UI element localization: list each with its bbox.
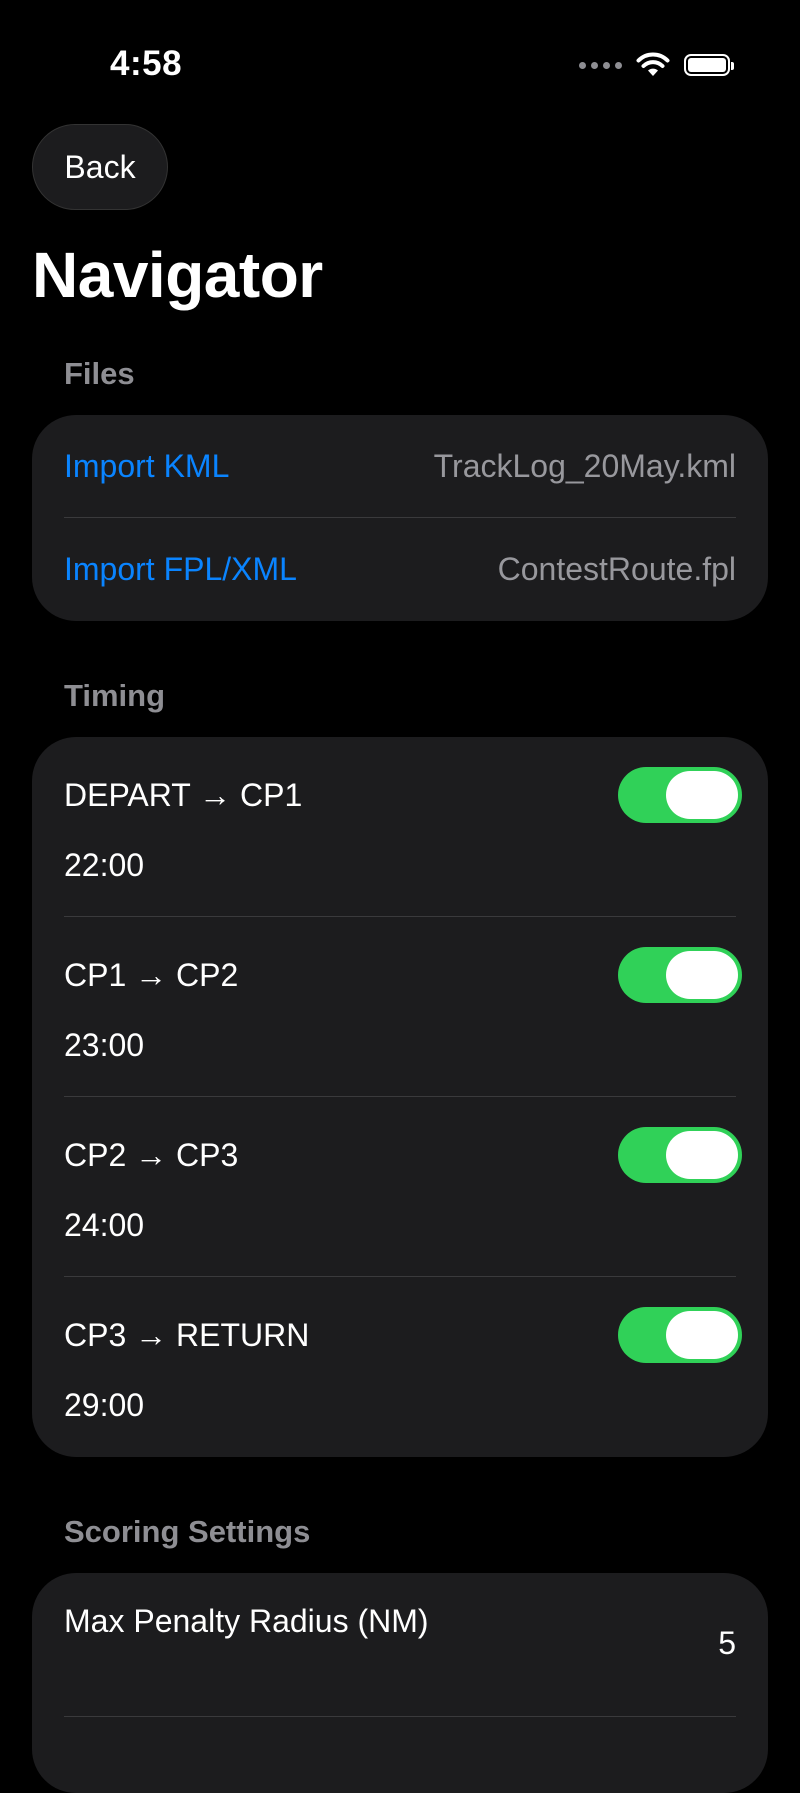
leg-toggle[interactable] bbox=[618, 947, 742, 1003]
section-header-files: Files bbox=[64, 356, 135, 391]
max-penalty-radius-value[interactable]: 5 bbox=[718, 1625, 736, 1662]
leg-time[interactable]: 29:00 bbox=[64, 1387, 144, 1424]
import-fpl-button[interactable]: Import FPL/XML bbox=[64, 551, 297, 588]
page-title: Navigator bbox=[32, 239, 323, 311]
section-header-scoring: Scoring Settings bbox=[64, 1514, 311, 1549]
max-penalty-radius-row[interactable]: Max Penalty Radius (NM) 5 bbox=[64, 1573, 736, 1717]
leg-toggle[interactable] bbox=[618, 1307, 742, 1363]
fpl-filename: ContestRoute.fpl bbox=[497, 551, 736, 587]
max-penalty-radius-label: Max Penalty Radius (NM) bbox=[64, 1603, 429, 1639]
battery-icon bbox=[684, 54, 734, 76]
scoring-card: Max Penalty Radius (NM) 5 bbox=[32, 1573, 768, 1793]
import-kml-row[interactable]: Import KML TrackLog_20May.kml bbox=[64, 415, 736, 517]
wifi-icon bbox=[636, 52, 670, 76]
timing-row: CP3 → RETURN 29:00 bbox=[64, 1277, 742, 1457]
leg-toggle[interactable] bbox=[618, 767, 742, 823]
timing-row: DEPART → CP1 22:00 bbox=[64, 737, 742, 917]
leg-time[interactable]: 23:00 bbox=[64, 1027, 144, 1064]
leg-label: CP2 → CP3 bbox=[64, 1137, 239, 1173]
leg-toggle[interactable] bbox=[618, 1127, 742, 1183]
files-card: Import KML TrackLog_20May.kml Import FPL… bbox=[32, 415, 768, 621]
row-divider bbox=[64, 1716, 736, 1717]
leg-time[interactable]: 22:00 bbox=[64, 847, 144, 884]
timing-row: CP2 → CP3 24:00 bbox=[64, 1097, 742, 1277]
section-header-timing: Timing bbox=[64, 678, 166, 713]
cellular-dots-icon bbox=[579, 61, 622, 69]
leg-time[interactable]: 24:00 bbox=[64, 1207, 144, 1244]
leg-label: CP1 → CP2 bbox=[64, 957, 239, 993]
status-time: 4:58 bbox=[110, 44, 183, 83]
back-button[interactable]: Back bbox=[32, 124, 168, 210]
leg-label: DEPART → CP1 bbox=[64, 777, 303, 813]
timing-card: DEPART → CP1 22:00 CP1 → CP2 23:00 CP2 →… bbox=[32, 737, 768, 1457]
status-icons bbox=[579, 48, 734, 82]
kml-filename: TrackLog_20May.kml bbox=[433, 448, 736, 484]
status-bar: 4:58 bbox=[0, 0, 800, 130]
leg-label: CP3 → RETURN bbox=[64, 1317, 310, 1353]
import-kml-button[interactable]: Import KML bbox=[64, 448, 229, 485]
timing-row: CP1 → CP2 23:00 bbox=[64, 917, 742, 1097]
import-fpl-row[interactable]: Import FPL/XML ContestRoute.fpl bbox=[64, 518, 736, 621]
